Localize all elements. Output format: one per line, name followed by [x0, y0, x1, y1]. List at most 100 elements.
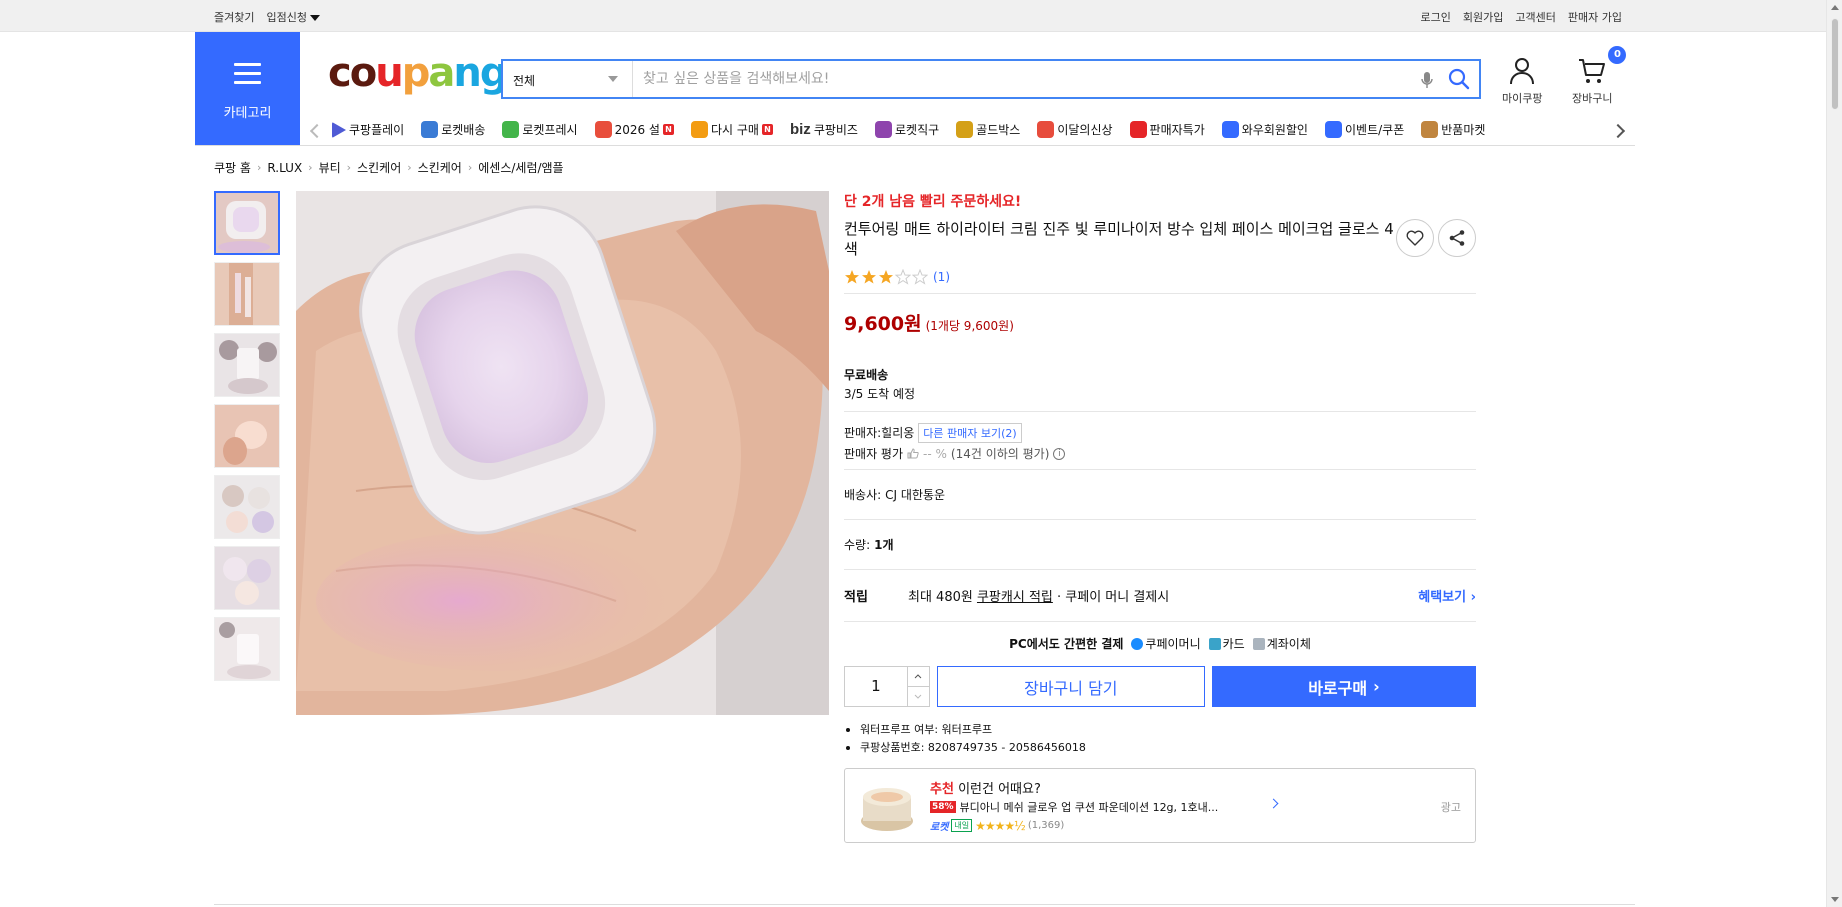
main-product-image[interactable]: [296, 191, 829, 715]
category-label: 카테고리: [223, 106, 272, 121]
nav-item[interactable]: 로켓프레시: [502, 121, 578, 138]
buy-now-button[interactable]: 바로구매 ›: [1211, 666, 1476, 707]
nav-item[interactable]: 반품마켓: [1421, 121, 1485, 138]
scroll-up-arrow-icon[interactable]: [1831, 5, 1839, 10]
wow-icon: [1221, 121, 1239, 138]
coupang-logo[interactable]: coupang: [328, 53, 508, 93]
search-bar: 전체: [501, 59, 1481, 99]
breadcrumb-item[interactable]: 뷰티: [319, 159, 341, 176]
thumbnail-5[interactable]: [214, 475, 280, 539]
my-coupang-button[interactable]: 마이쿠팡: [1502, 56, 1542, 106]
coupang-cash-link[interactable]: 쿠팡캐시 적립: [977, 586, 1053, 605]
wishlist-button[interactable]: [1396, 219, 1434, 257]
quantity-increase-button[interactable]: [908, 667, 929, 686]
thumbnail-2[interactable]: [214, 262, 280, 326]
nav-item-label: 이달의신상: [1057, 123, 1113, 137]
breadcrumb-separator-icon: ›: [346, 161, 352, 174]
nav-item[interactable]: 로켓배송: [421, 121, 485, 138]
divider: [844, 293, 1476, 294]
seller-apply-link[interactable]: 입점신청: [266, 9, 320, 25]
rating-count[interactable]: (1): [933, 270, 950, 284]
microphone-icon[interactable]: [1419, 70, 1435, 90]
thumbnail-1[interactable]: [214, 191, 280, 255]
bank-transfer-method: 계좌이체: [1252, 635, 1311, 652]
quantity-value: 1개: [874, 538, 894, 552]
recommendation-heading: 추천 이런건 어때요?: [930, 778, 1041, 797]
seller-signup-link[interactable]: 판매자 가입: [1568, 9, 1622, 25]
login-link[interactable]: 로그인: [1421, 9, 1451, 25]
reward-label: 적립: [844, 590, 868, 605]
bookmark-link[interactable]: 즐겨찾기: [214, 9, 254, 25]
nav-item[interactable]: 와우회원할인: [1221, 121, 1308, 138]
recommendation-card[interactable]: 추천 이런건 어때요? 58% 뷰디아니 메쉬 글로우 업 쿠션 파운데이션 12…: [844, 768, 1476, 843]
quantity-decrease-button[interactable]: [907, 686, 929, 706]
other-sellers-button[interactable]: 다른 판매자 보기(2): [918, 422, 1022, 443]
category-button[interactable]: 카테고리: [195, 32, 300, 146]
scroll-down-arrow-icon[interactable]: [1831, 897, 1839, 902]
thumbnail-7[interactable]: [214, 617, 280, 681]
add-to-cart-button[interactable]: 장바구니 담기: [936, 666, 1205, 707]
nav-item[interactable]: 2026 설N: [594, 121, 674, 138]
nav-item[interactable]: 쿠팡플레이: [332, 121, 404, 138]
breadcrumb-item[interactable]: R.LUX: [267, 161, 302, 175]
product-attributes: 워터프루프 여부: 워터프루프 쿠팡상품번호: 8208749735 - 205…: [844, 721, 1476, 757]
vertical-scrollbar[interactable]: [1826, 0, 1842, 907]
rocket-fresh-icon: [502, 121, 520, 138]
top-utility-bar: 즐겨찾기 입점신청 로그인 회원가입 고객센터 판매자 가입: [0, 0, 1826, 32]
breadcrumb-separator-icon: ›: [308, 161, 313, 174]
share-button[interactable]: [1438, 219, 1476, 257]
chevron-right-icon[interactable]: [1268, 798, 1279, 809]
quantity-stepper[interactable]: 1: [844, 666, 930, 707]
attribute-item: 쿠팡상품번호: 8208749735 - 20586456018: [844, 739, 1476, 757]
unit-price: (1개당 9,600원): [925, 319, 1014, 333]
home-icon: [690, 121, 708, 138]
breadcrumb-item[interactable]: 스킨케어: [357, 159, 401, 176]
benefit-button[interactable]: 혜택보기 ›: [1418, 586, 1476, 605]
info-icon[interactable]: i: [1053, 447, 1066, 460]
signup-link[interactable]: 회원가입: [1463, 9, 1503, 25]
category-nav: 쿠팡플레이 로켓배송 로켓프레시 2026 설 N 다시 구매 N biz 쿠팡비즈 로켓직구 골드…: [300, 116, 1635, 146]
seller-label: 판매자:: [844, 426, 882, 440]
quantity-input[interactable]: 1: [845, 667, 907, 706]
nav-item[interactable]: 이벤트/쿠폰: [1324, 121, 1404, 138]
thumbnail-6[interactable]: [214, 546, 280, 610]
nav-item[interactable]: 이달의신상: [1037, 121, 1113, 138]
cart-button[interactable]: 0 장바구니: [1572, 46, 1627, 106]
coupay-money-label: 쿠페이머니: [1145, 636, 1201, 651]
nav-item-label: 로켓배송: [441, 123, 486, 137]
rating-stars[interactable]: (1): [844, 267, 1476, 287]
product-price: 9,600원: [844, 313, 922, 335]
coupay-money-method: 쿠페이머니: [1131, 635, 1201, 652]
payment-methods: PC에서도 간편한 결제 쿠페이머니 카드 계좌이체: [844, 622, 1476, 664]
scrollbar-thumb[interactable]: [1831, 18, 1839, 110]
breadcrumb-item[interactable]: 쿠팡 홈: [214, 159, 251, 176]
nav-prev-icon[interactable]: [309, 123, 325, 139]
customer-center-link[interactable]: 고객센터: [1515, 9, 1555, 25]
thumbnail-4[interactable]: [214, 404, 280, 468]
heart-icon: [1406, 230, 1424, 246]
divider: [195, 145, 1635, 146]
bag-icon: [1037, 121, 1055, 138]
breadcrumb-separator-icon: ›: [256, 161, 262, 174]
nav-next-icon[interactable]: [1610, 123, 1626, 139]
chevron-up-icon: [914, 674, 922, 679]
recommendation-name[interactable]: 뷰디아니 메쉬 글로우 업 쿠션 파운데이션 12g, 1호내...: [960, 799, 1219, 815]
nav-item[interactable]: 골드박스: [956, 121, 1020, 138]
nav-item[interactable]: 다시 구매 N: [690, 121, 773, 138]
breadcrumb-item[interactable]: 에센스/세럼/앰플: [478, 159, 563, 176]
search-category-value: 전체: [513, 74, 536, 88]
seller-rating-label: 판매자 평가: [844, 447, 904, 461]
star-filled-icon: [845, 270, 859, 284]
search-icon[interactable]: [1447, 67, 1471, 91]
reward-amount: 최대 480원: [908, 590, 973, 605]
search-input[interactable]: [643, 65, 1403, 93]
nav-item[interactable]: 판매자특가: [1129, 121, 1205, 138]
nav-item[interactable]: biz 쿠팡비즈: [790, 121, 858, 138]
breadcrumb-item[interactable]: 스킨케어: [418, 159, 462, 176]
nav-item[interactable]: 로켓직구: [874, 121, 939, 138]
search-category-select[interactable]: 전체: [503, 61, 633, 97]
biz-logo: biz: [789, 121, 811, 138]
thumbnail-3[interactable]: [214, 333, 280, 397]
carrier-name: CJ 대한통운: [885, 488, 946, 502]
recommendation-stars: ★★★★½: [975, 818, 1026, 833]
